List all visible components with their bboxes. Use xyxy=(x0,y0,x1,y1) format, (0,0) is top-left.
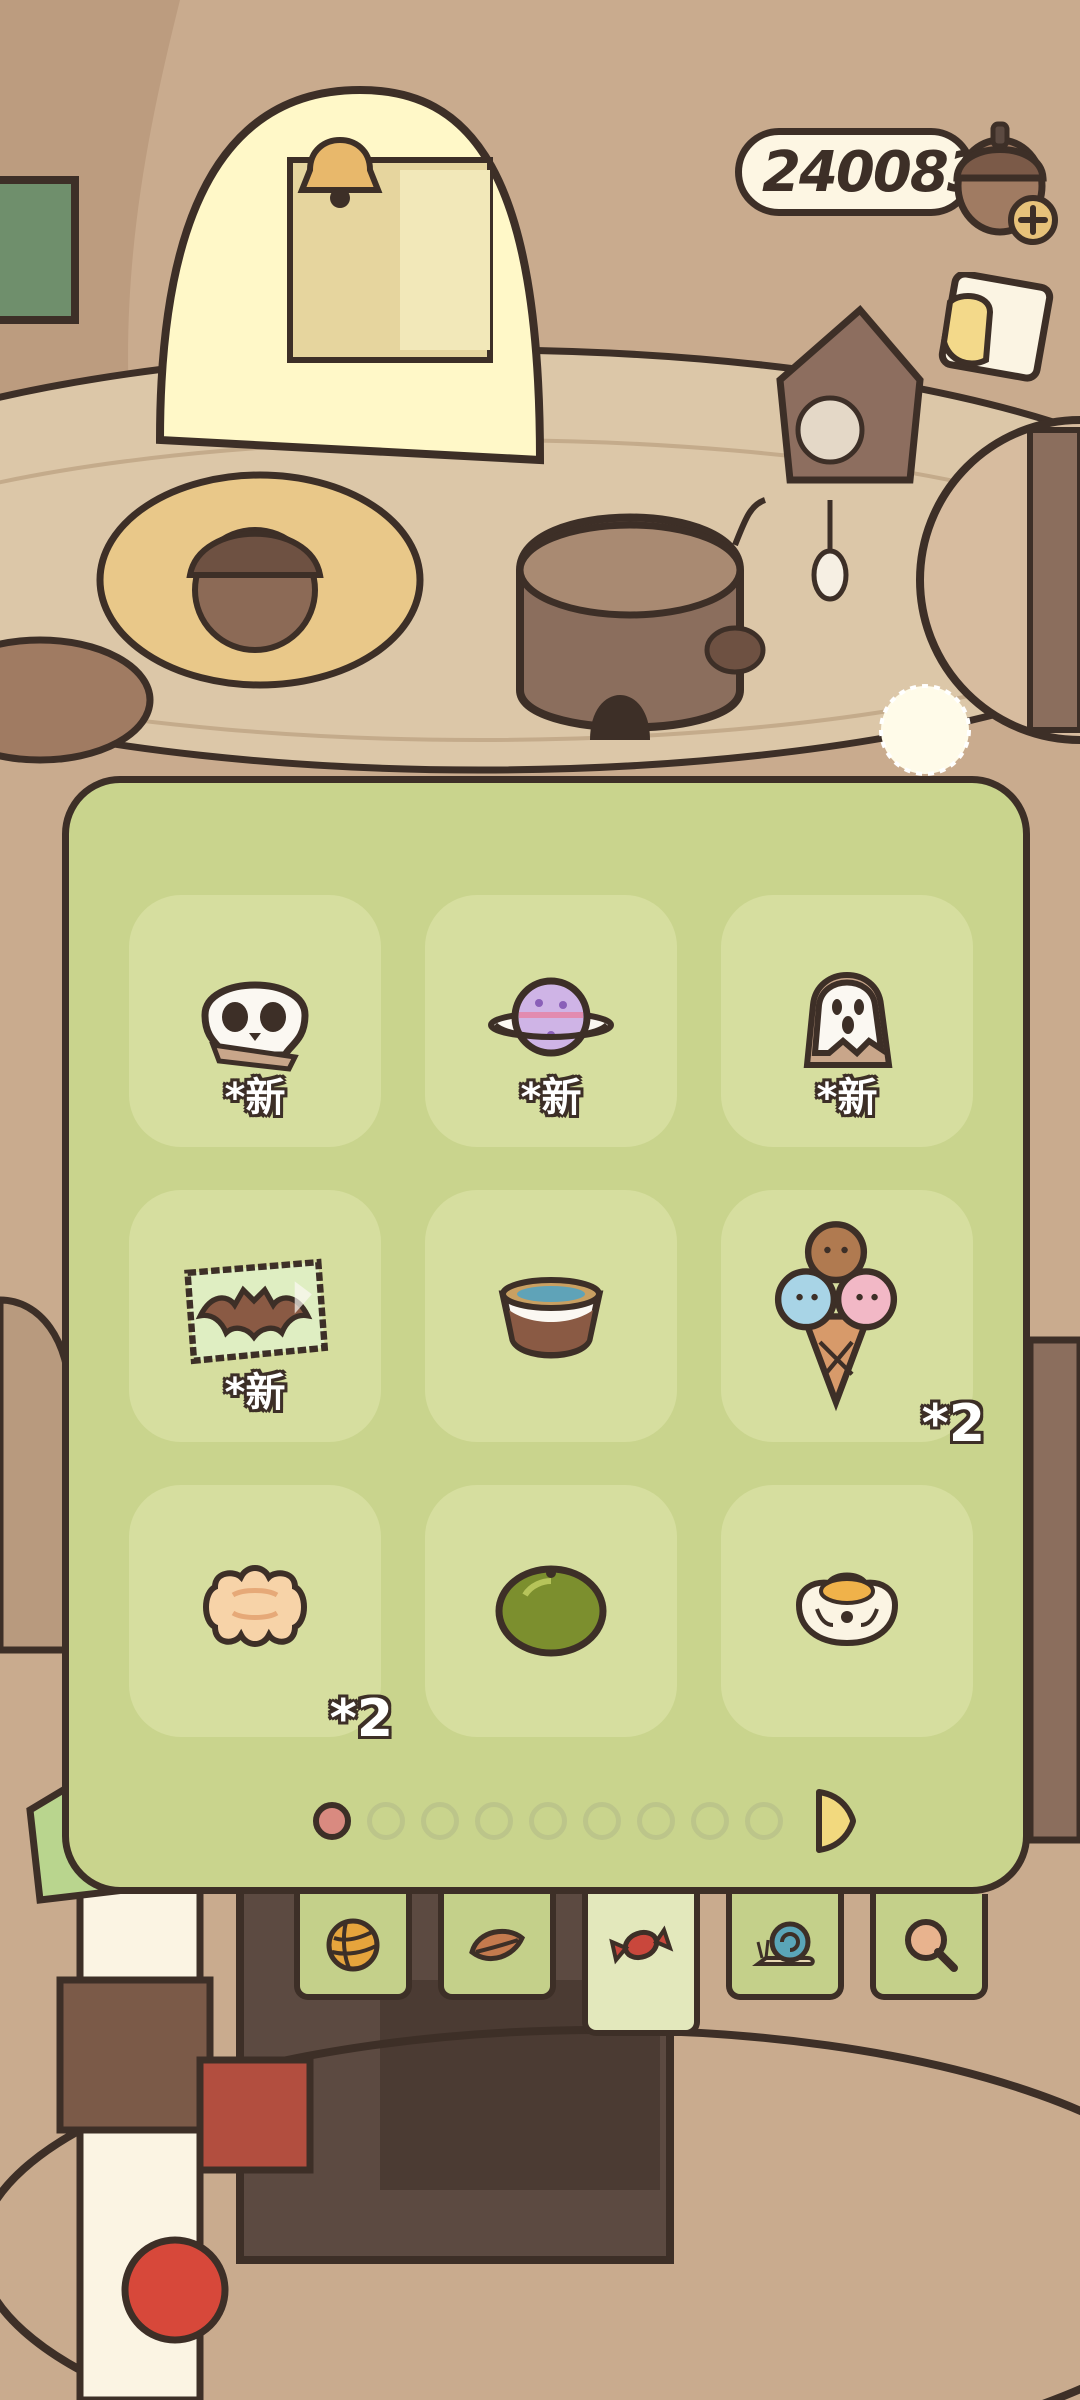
tab-candy[interactable] xyxy=(582,1894,700,2036)
tab-yarn[interactable] xyxy=(294,1894,412,2000)
page-dot-4[interactable] xyxy=(475,1802,513,1840)
inventory-slot-skull-cookie[interactable]: *新 xyxy=(129,895,381,1147)
new-tag: *新 xyxy=(224,1075,286,1121)
acorn-currency-counter: 240083 xyxy=(735,128,986,216)
page-dot-3[interactable] xyxy=(421,1802,459,1840)
inventory-slot-pudding-cup[interactable] xyxy=(425,1190,677,1442)
candy-icon xyxy=(609,1925,674,1965)
inventory-slot-animal-ice-cream-cone[interactable]: *2 xyxy=(721,1190,985,1454)
inventory-slot-shumai[interactable] xyxy=(721,1485,973,1737)
leaf-icon xyxy=(469,1928,526,1962)
page-dot-7[interactable] xyxy=(637,1802,675,1840)
tab-leaf[interactable] xyxy=(438,1894,556,2000)
animal-ice-cream-cone-icon xyxy=(774,1221,898,1412)
magnifier-icon xyxy=(905,1919,958,1972)
page-dot-6[interactable] xyxy=(583,1802,621,1840)
page-dot-5[interactable] xyxy=(529,1802,567,1840)
page-dot-8[interactable] xyxy=(691,1802,729,1840)
notebook-menu-icon[interactable] xyxy=(930,272,1058,384)
tab-search[interactable] xyxy=(870,1894,988,2000)
new-tag: *新 xyxy=(816,1075,878,1121)
green-tangerine-icon xyxy=(495,1565,607,1657)
inventory-panel: *新 *新 *新 *新 *2 *2 xyxy=(62,776,1030,1894)
inventory-slot-planet-candy[interactable]: *新 xyxy=(425,895,677,1147)
acorn-add-icon[interactable] xyxy=(945,108,1065,248)
ghost-toast-icon xyxy=(803,972,893,1068)
item-count: *2 xyxy=(329,1689,393,1749)
inventory-slot-ghost-toast[interactable]: *新 xyxy=(721,895,973,1147)
tab-snail[interactable] xyxy=(726,1894,844,2000)
mooncake-icon xyxy=(203,1565,307,1647)
next-page-arrow-icon[interactable] xyxy=(813,1786,857,1856)
yarn-ball-icon xyxy=(326,1918,380,1972)
inventory-grid: *新 *新 *新 *新 *2 *2 xyxy=(129,895,985,1749)
new-tag: *新 xyxy=(520,1075,582,1121)
planet-candy-icon xyxy=(488,977,614,1057)
inventory-slot-mooncake[interactable]: *2 xyxy=(129,1485,393,1749)
bat-chocolate-icon xyxy=(184,1258,329,1365)
pudding-cup-icon xyxy=(498,1277,604,1359)
page-dot-9[interactable] xyxy=(745,1802,783,1840)
skull-cookie-icon xyxy=(201,981,309,1072)
inventory-slot-bat-chocolate[interactable]: *新 xyxy=(129,1190,381,1442)
snail-icon xyxy=(752,1921,815,1966)
shumai-icon xyxy=(795,1572,899,1647)
new-tag: *新 xyxy=(224,1370,286,1416)
category-tabs xyxy=(292,1894,992,2054)
page-dot-1[interactable] xyxy=(313,1802,351,1840)
page-dot-2[interactable] xyxy=(367,1802,405,1840)
inventory-slot-green-tangerine[interactable] xyxy=(425,1485,677,1737)
item-count: *2 xyxy=(921,1394,985,1454)
page-indicator xyxy=(313,1786,857,1856)
